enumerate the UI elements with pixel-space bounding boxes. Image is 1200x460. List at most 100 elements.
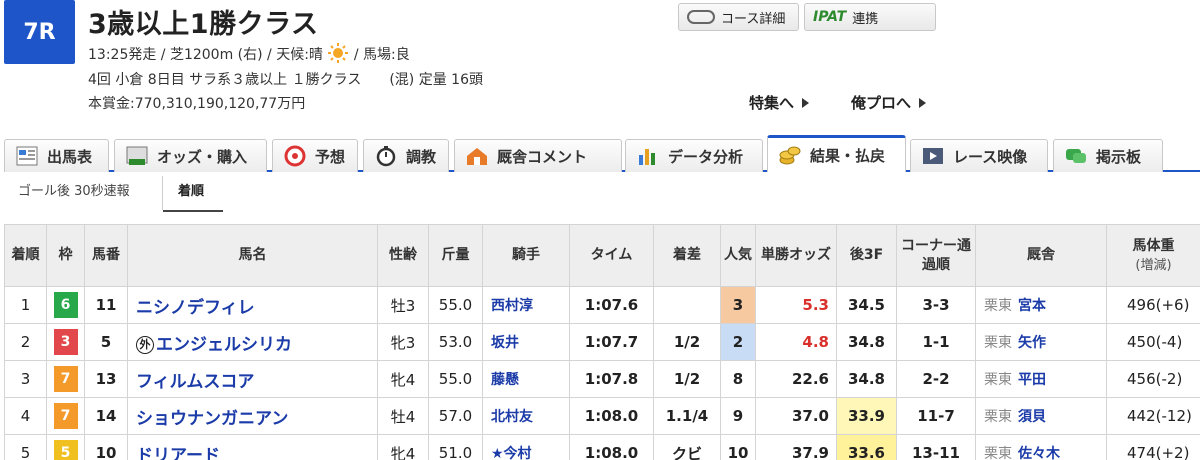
col-odds[interactable]: 単勝オッズ	[755, 224, 837, 287]
body-weight-cell: 456(-2)	[1106, 360, 1200, 398]
trainer-link[interactable]: 矢作	[1018, 335, 1046, 351]
stable-region: 栗東	[984, 409, 1012, 425]
stable-region: 栗東	[984, 335, 1012, 351]
col-corner[interactable]: コーナー通過順	[896, 224, 976, 287]
rank-cell: 1	[4, 286, 47, 324]
popularity-cell: 2	[720, 323, 756, 361]
feature-link[interactable]: 特集へ	[749, 92, 810, 113]
tab-video[interactable]: レース映像	[910, 139, 1048, 172]
last3f-cell: 34.8	[836, 323, 897, 361]
col-rank[interactable]: 着順	[4, 224, 47, 287]
stable-cell: 栗東 宮本	[975, 286, 1107, 324]
tab-data[interactable]: データ分析	[625, 139, 763, 172]
corner-cell: 2-2	[896, 360, 976, 398]
stable-house-icon	[467, 148, 487, 165]
sex-age-cell: 牝4	[377, 434, 429, 460]
course-detail-button[interactable]: コース詳細	[678, 3, 799, 31]
jockey-link[interactable]: ★今村	[482, 434, 570, 460]
coins-icon	[779, 146, 801, 165]
jockey-link[interactable]: 西村淳	[482, 286, 570, 324]
jockey-link[interactable]: 北村友	[482, 397, 570, 435]
horse-name-link[interactable]: フィルムスコア	[127, 360, 378, 398]
sex-age-cell: 牝4	[377, 360, 429, 398]
ipat-logo: IPAT	[813, 9, 847, 25]
waku-cell: 7	[46, 397, 85, 435]
waku-badge: 7	[53, 403, 78, 429]
weight-carried-cell: 55.0	[428, 360, 483, 398]
umaban-cell: 10	[84, 434, 128, 460]
subtab-order[interactable]: 着順	[178, 180, 204, 199]
table-row[interactable]: 4 7 14 ショウナンガニアン 牡4 57.0 北村友 1:08.0 1.1/4 9 37.0 33…	[4, 397, 1200, 435]
col-weight-carried[interactable]: 斤量	[428, 224, 483, 287]
weight-carried-cell: 51.0	[428, 434, 483, 460]
race-number-badge: 7R	[4, 0, 75, 64]
corner-cell: 3-3	[896, 286, 976, 324]
tab-chokyo[interactable]: 調教	[363, 139, 449, 172]
trainer-link[interactable]: 須貝	[1018, 409, 1046, 425]
sex-age-cell: 牡3	[377, 286, 429, 324]
subtab-flash-result[interactable]: ゴール後 30秒速報	[18, 180, 130, 199]
table-row[interactable]: 2 3 5 外エンジェルシリカ 牝3 53.0 坂井 1:07.7 1/2 2 4.8 34.8 1-1…	[4, 323, 1200, 361]
race-prize: 本賞金:770,310,190,120,77万円	[88, 96, 306, 112]
margin-cell: 1/2	[653, 323, 721, 361]
popularity-cell: 8	[720, 360, 756, 398]
tab-result[interactable]: 結果・払戻	[767, 135, 906, 172]
trainer-link[interactable]: 宮本	[1018, 298, 1046, 314]
tab-shutuba[interactable]: 出馬表	[4, 139, 109, 172]
waku-badge: 5	[53, 440, 78, 460]
waku-cell: 5	[46, 434, 85, 460]
col-time[interactable]: タイム	[569, 224, 654, 287]
trainer-link[interactable]: 平田	[1018, 372, 1046, 388]
col-jockey[interactable]: 騎手	[482, 224, 570, 287]
horse-name-link[interactable]: ニシノデフィレ	[127, 286, 378, 324]
horse-name-link[interactable]: 外エンジェルシリカ	[127, 323, 378, 361]
margin-cell	[653, 286, 721, 324]
col-waku[interactable]: 枠	[46, 224, 85, 287]
tab-yoso[interactable]: 予想	[272, 139, 358, 172]
ipat-odds-icon	[126, 146, 148, 165]
horse-name-link[interactable]: ショウナンガニアン	[127, 397, 378, 435]
col-umaban[interactable]: 馬番	[84, 224, 128, 287]
umaban-cell: 11	[84, 286, 128, 324]
col-stable[interactable]: 厩舎	[975, 224, 1107, 287]
subtab-active-indicator	[163, 210, 223, 212]
tab-board[interactable]: 掲示板	[1053, 139, 1163, 172]
rank-cell: 2	[4, 323, 47, 361]
col-horse[interactable]: 馬名	[127, 224, 378, 287]
jockey-link[interactable]: 坂井	[482, 323, 570, 361]
table-row[interactable]: 5 5 10 ドリアード 牝4 51.0 ★今村 1:08.0 クビ 10 37.9 33.6 13-1…	[4, 434, 1200, 460]
col-sex-age[interactable]: 性齢	[377, 224, 429, 287]
waku-cell: 7	[46, 360, 85, 398]
stable-cell: 栗東 平田	[975, 360, 1107, 398]
stable-region: 栗東	[984, 298, 1012, 314]
waku-badge: 6	[53, 292, 78, 318]
weight-carried-cell: 53.0	[428, 323, 483, 361]
jockey-link[interactable]: 藤懸	[482, 360, 570, 398]
arrow-right-icon	[802, 97, 810, 108]
last3f-cell: 33.6	[836, 434, 897, 460]
stopwatch-icon	[376, 146, 396, 167]
odds-cell: 37.0	[755, 397, 837, 435]
horse-name-link[interactable]: ドリアード	[127, 434, 378, 460]
rank-cell: 4	[4, 397, 47, 435]
video-icon	[923, 148, 943, 164]
time-cell: 1:07.8	[569, 360, 654, 398]
race-info-line2: 4回 小倉 8日目 サラ系３歳以上 １勝クラス (混) 定量 16頭	[88, 72, 483, 88]
umaban-cell: 14	[84, 397, 128, 435]
col-popularity[interactable]: 人気	[720, 224, 756, 287]
corner-cell: 1-1	[896, 323, 976, 361]
tab-comment[interactable]: 厩舎コメント	[454, 139, 622, 172]
weight-carried-cell: 57.0	[428, 397, 483, 435]
popularity-cell: 9	[720, 397, 756, 435]
speech-bubble-icon	[1066, 149, 1086, 163]
trainer-link[interactable]: 佐々木	[1018, 446, 1060, 460]
col-margin[interactable]: 着差	[653, 224, 721, 287]
ipat-link-button[interactable]: IPAT 連携	[804, 3, 936, 31]
table-row[interactable]: 3 7 13 フィルムスコア 牝4 55.0 藤懸 1:07.8 1/2 8 22.6 34.8 2-2…	[4, 360, 1200, 398]
orepro-link[interactable]: 俺プロへ	[851, 92, 927, 113]
tab-odds[interactable]: オッズ・購入	[114, 139, 267, 172]
last3f-cell: 34.8	[836, 360, 897, 398]
table-row[interactable]: 1 6 11 ニシノデフィレ 牡3 55.0 西村淳 1:07.6 3 5.3 34.5 3-3 栗東宮…	[4, 286, 1200, 324]
col-body-weight[interactable]: 馬体重 (増減)	[1106, 224, 1200, 287]
col-last3f[interactable]: 後3F	[836, 224, 897, 287]
